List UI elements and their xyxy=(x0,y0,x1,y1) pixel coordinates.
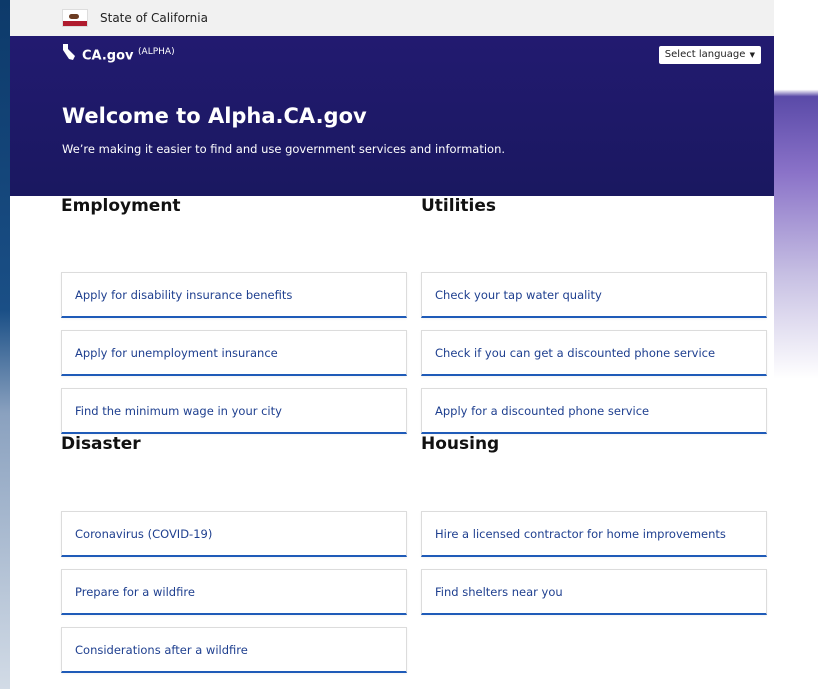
section-title-housing: Housing xyxy=(421,434,500,454)
browser-page: State of California CA.gov (ALPHA) Selec… xyxy=(10,0,774,689)
utility-header: State of California xyxy=(10,0,774,36)
state-label: State of California xyxy=(100,11,208,25)
link-apply-discounted-phone[interactable]: Apply for a discounted phone service xyxy=(421,388,767,434)
link-licensed-contractor[interactable]: Hire a licensed contractor for home impr… xyxy=(421,511,767,557)
hero-banner: CA.gov (ALPHA) Select language ▼ Welcome… xyxy=(10,36,774,196)
link-tap-water-quality[interactable]: Check your tap water quality xyxy=(421,272,767,318)
link-after-wildfire[interactable]: Considerations after a wildfire xyxy=(61,627,407,673)
brand-name: CA.gov (ALPHA) xyxy=(82,47,175,64)
page-subtitle: We’re making it easier to find and use g… xyxy=(62,142,506,156)
california-flag-icon xyxy=(62,9,88,27)
link-find-shelters[interactable]: Find shelters near you xyxy=(421,569,767,615)
section-title-employment: Employment xyxy=(61,196,181,216)
link-prepare-wildfire[interactable]: Prepare for a wildfire xyxy=(61,569,407,615)
section-title-utilities: Utilities xyxy=(421,196,497,216)
desktop-background-left xyxy=(0,0,10,689)
page-title: Welcome to Alpha.CA.gov xyxy=(62,104,367,128)
caret-down-icon: ▼ xyxy=(747,51,755,59)
link-coronavirus[interactable]: Coronavirus (COVID-19) xyxy=(61,511,407,557)
desktop-background-right xyxy=(774,0,818,689)
brand-logo-link[interactable]: CA.gov (ALPHA) xyxy=(62,44,175,64)
link-minimum-wage[interactable]: Find the minimum wage in your city xyxy=(61,388,407,434)
link-unemployment-insurance[interactable]: Apply for unemployment insurance xyxy=(61,330,407,376)
link-check-discounted-phone[interactable]: Check if you can get a discounted phone … xyxy=(421,330,767,376)
select-language-button[interactable]: Select language ▼ xyxy=(658,46,761,64)
california-state-icon xyxy=(63,44,75,60)
link-disability-insurance[interactable]: Apply for disability insurance benefits xyxy=(61,272,407,318)
select-language-label: Select language xyxy=(664,49,746,60)
brand-suffix: (ALPHA) xyxy=(138,47,175,57)
section-title-disaster: Disaster xyxy=(61,434,141,454)
